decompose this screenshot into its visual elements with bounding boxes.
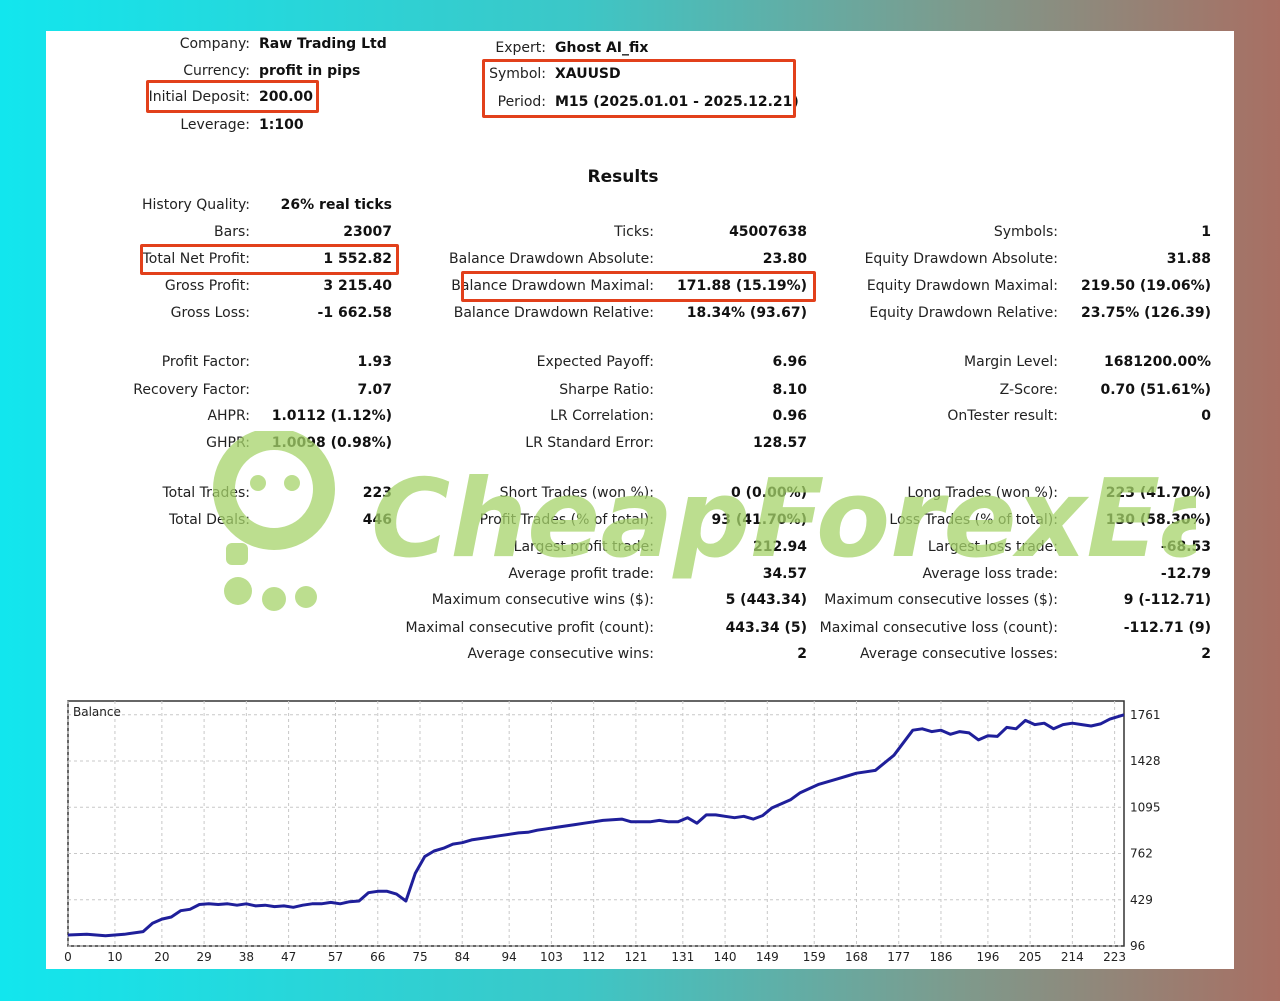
x-tick-label: 75 [412, 950, 427, 964]
x-tick-label: 159 [803, 950, 826, 964]
x-tick-label: 177 [887, 950, 910, 964]
chart-title: Balance [73, 705, 121, 719]
x-tick-label: 223 [1103, 950, 1126, 964]
x-tick-label: 149 [756, 950, 779, 964]
y-axis-ticks: 96 429 762 1095 1428 1761 [1130, 708, 1161, 953]
x-tick-label: 131 [671, 950, 694, 964]
x-tick-label: 140 [714, 950, 737, 964]
x-tick-label: 186 [930, 950, 953, 964]
x-tick-label: 57 [328, 950, 343, 964]
y-tick-label: 96 [1130, 939, 1145, 953]
x-tick-label: 0 [64, 950, 72, 964]
x-tick-label: 121 [624, 950, 647, 964]
y-tick-label: 1761 [1130, 708, 1161, 722]
chart-frame [67, 700, 1125, 947]
x-tick-label: 214 [1061, 950, 1084, 964]
x-tick-label: 94 [502, 950, 517, 964]
x-tick-label: 196 [976, 950, 999, 964]
y-tick-label: 762 [1130, 847, 1153, 861]
y-tick-label: 1095 [1130, 800, 1161, 814]
x-tick-label: 205 [1019, 950, 1042, 964]
x-tick-label: 38 [239, 950, 254, 964]
x-tick-label: 66 [370, 950, 385, 964]
x-tick-label: 112 [582, 950, 605, 964]
strategy-tester-report: Company: Raw Trading Ltd Currency: profi… [46, 31, 1234, 969]
balance-chart: 96 429 762 1095 1428 1761 0 10 20 29 38 47 57 66 75 84… [64, 700, 1161, 964]
x-axis-ticks: 0 10 20 29 38 47 57 66 75 84 94 103 112 121 131 140 149 1… [64, 950, 1126, 964]
x-tick-label: 84 [455, 950, 470, 964]
x-tick-label: 47 [281, 950, 296, 964]
y-tick-label: 429 [1130, 893, 1153, 907]
y-tick-label: 1428 [1130, 754, 1161, 768]
x-tick-label: 10 [107, 950, 122, 964]
x-tick-label: 168 [845, 950, 868, 964]
x-tick-label: 103 [540, 950, 563, 964]
x-tick-label: 29 [196, 950, 211, 964]
x-tick-label: 20 [154, 950, 169, 964]
